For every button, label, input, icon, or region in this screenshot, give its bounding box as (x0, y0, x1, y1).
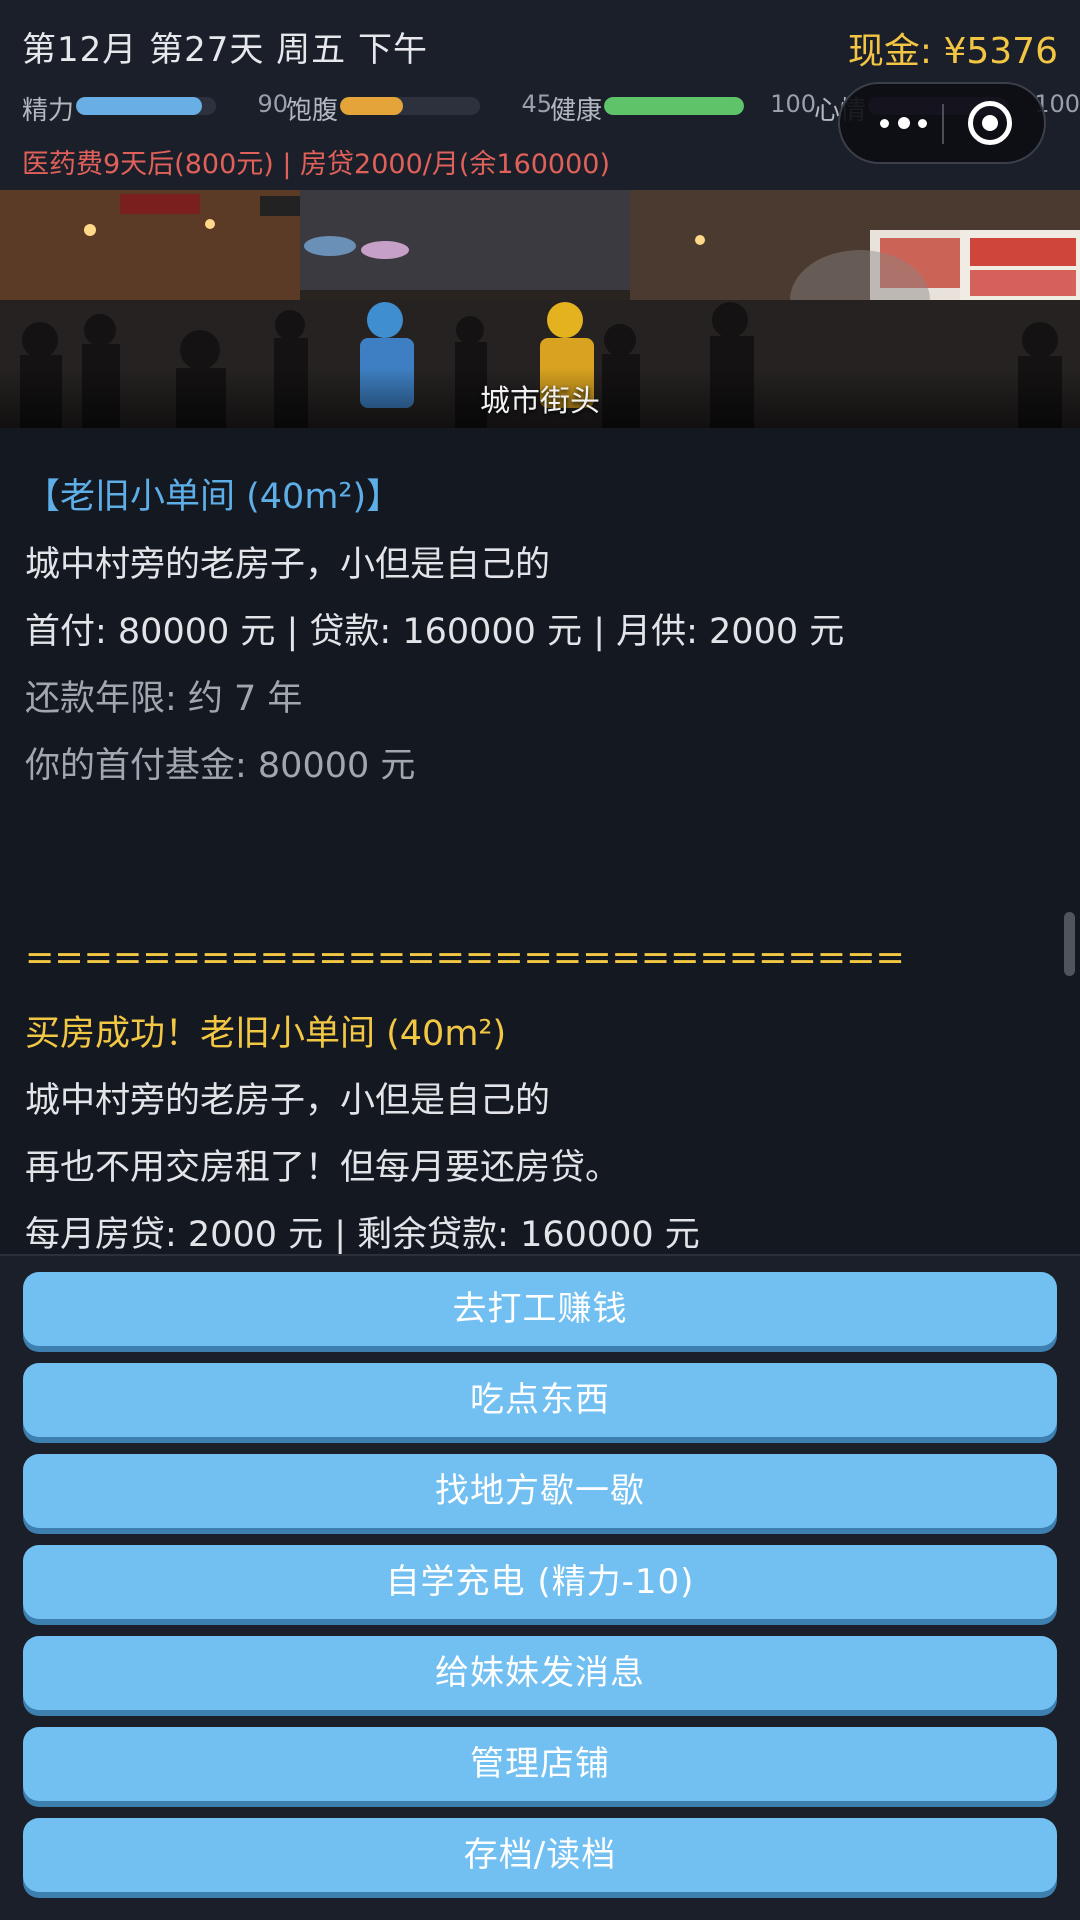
stat-fullness-label: 饱腹 (286, 96, 338, 126)
house-description: 城中村旁的老房子，小但是自己的 (25, 545, 551, 585)
stat-energy-bar (76, 97, 216, 115)
house-title: 【老旧小单间 (40m²)】 (25, 477, 402, 517)
stat-health-value: 100 (770, 90, 816, 118)
save-load-button[interactable]: 存档/读档 (23, 1818, 1057, 1892)
stat-fullness-value: 45 (521, 90, 552, 118)
eat-button[interactable]: 吃点东西 (23, 1363, 1057, 1437)
stat-fullness-bar (340, 97, 480, 115)
capsule-divider (942, 104, 944, 144)
purchase-description: 城中村旁的老房子，小但是自己的 (25, 1081, 551, 1121)
message-sister-button[interactable]: 给妹妹发消息 (23, 1636, 1057, 1710)
record-icon[interactable] (968, 101, 1012, 145)
down-payment-fund: 你的首付基金: 80000 元 (25, 746, 416, 786)
stat-health-bar (604, 97, 744, 115)
purchase-success-title: 买房成功！老旧小单间 (40m²) (25, 1014, 507, 1054)
game-screen: 第12月 第27天 周五 下午 现金: ¥5376 精力 90 饱腹 45 健康 (0, 0, 1080, 1920)
stat-energy-fill (76, 97, 202, 115)
rest-button[interactable]: 找地方歇一歇 (23, 1454, 1057, 1528)
status-header: 第12月 第27天 周五 下午 现金: ¥5376 精力 90 饱腹 45 健康 (0, 0, 1080, 190)
divider-line: ============================== (25, 938, 905, 978)
more-dot (898, 117, 910, 129)
work-button[interactable]: 去打工赚钱 (23, 1272, 1057, 1346)
more-icon[interactable] (868, 84, 938, 162)
stat-fullness-fill (340, 97, 403, 115)
more-dot (918, 119, 927, 128)
stat-health-fill (604, 97, 744, 115)
story-scrollbar[interactable] (1064, 912, 1075, 976)
date-label: 第12月 第27天 周五 下午 (22, 30, 428, 70)
stat-health-label: 健康 (550, 96, 602, 126)
action-panel: 去打工赚钱 吃点东西 找地方歇一歇 自学充电 (精力-10) 给妹妹发消息 管理… (0, 1254, 1080, 1920)
location-banner: 城市街头 (0, 190, 1080, 428)
study-button[interactable]: 自学充电 (精力-10) (23, 1545, 1057, 1619)
stat-energy-value: 90 (257, 90, 288, 118)
more-dot (880, 119, 889, 128)
story-log[interactable]: 【老旧小单间 (40m²)】 城中村旁的老房子，小但是自己的 首付: 80000… (0, 428, 1080, 1254)
cash-label: 现金: ¥5376 (847, 31, 1058, 72)
no-rent-note: 再也不用交房租了！但每月要还房贷。 (25, 1148, 621, 1188)
miniprogram-capsule (838, 82, 1046, 164)
repayment-years: 还款年限: 约 7 年 (25, 679, 303, 719)
stat-energy-label: 精力 (22, 96, 74, 126)
mortgage-summary: 每月房贷: 2000 元 | 剩余贷款: 160000 元 (25, 1215, 700, 1254)
manage-shop-button[interactable]: 管理店铺 (23, 1727, 1057, 1801)
bills-alert: 医药费9天后(800元) | 房贷2000/月(余160000) (22, 149, 610, 180)
location-caption: 城市街头 (480, 384, 600, 419)
house-price-details: 首付: 80000 元 | 贷款: 160000 元 | 月供: 2000 元 (25, 612, 845, 652)
